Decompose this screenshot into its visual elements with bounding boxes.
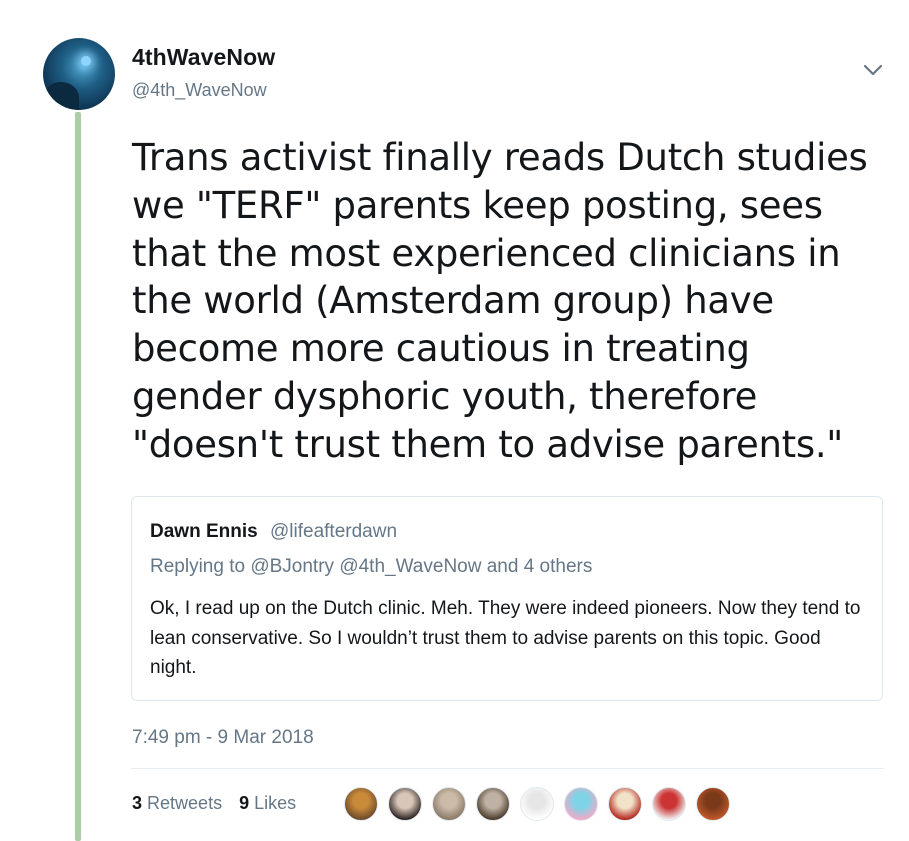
likes-count: 9 bbox=[239, 793, 250, 813]
quoted-tweet[interactable]: Dawn Ennis @lifeafterdawn Replying to @B… bbox=[131, 496, 883, 701]
liker-avatar[interactable] bbox=[696, 787, 730, 821]
liker-avatar[interactable] bbox=[344, 787, 378, 821]
quoted-tweet-text: Ok, I read up on the Dutch clinic. Meh. … bbox=[150, 598, 861, 678]
liker-avatar[interactable] bbox=[476, 787, 510, 821]
retweets-label: Retweets bbox=[147, 793, 223, 813]
author-handle[interactable]: @4th_WaveNow bbox=[132, 80, 267, 101]
stats-divider bbox=[131, 768, 884, 769]
likes-label: Likes bbox=[254, 793, 297, 813]
liker-avatar[interactable] bbox=[608, 787, 642, 821]
tweet-timestamp[interactable]: 7:49 pm - 9 Mar 2018 bbox=[132, 727, 314, 749]
retweets-count: 3 bbox=[132, 793, 143, 813]
avatar[interactable] bbox=[43, 38, 115, 110]
liker-avatar[interactable] bbox=[432, 787, 466, 821]
liker-avatar[interactable] bbox=[564, 787, 598, 821]
conversation-thread-line bbox=[75, 112, 81, 841]
chevron-down-icon[interactable] bbox=[862, 62, 884, 78]
quoted-tweet-replying-to: Replying to @BJontry @4th_WaveNow and 4 … bbox=[150, 556, 593, 577]
tweet-text: Trans activist finally reads Dutch studi… bbox=[132, 136, 868, 466]
retweets-stat[interactable]: 3 Retweets bbox=[132, 793, 222, 813]
quoted-tweet-handle: @lifeafterdawn bbox=[270, 521, 398, 542]
likes-stat[interactable]: 9 Likes bbox=[239, 793, 296, 813]
liker-avatar[interactable] bbox=[520, 787, 554, 821]
author-display-name[interactable]: 4thWaveNow bbox=[132, 44, 275, 71]
liker-avatar[interactable] bbox=[388, 787, 422, 821]
liker-avatar[interactable] bbox=[652, 787, 686, 821]
tweet-stats: 3 Retweets 9 Likes bbox=[132, 793, 308, 814]
quoted-tweet-display-name: Dawn Ennis bbox=[150, 521, 258, 542]
